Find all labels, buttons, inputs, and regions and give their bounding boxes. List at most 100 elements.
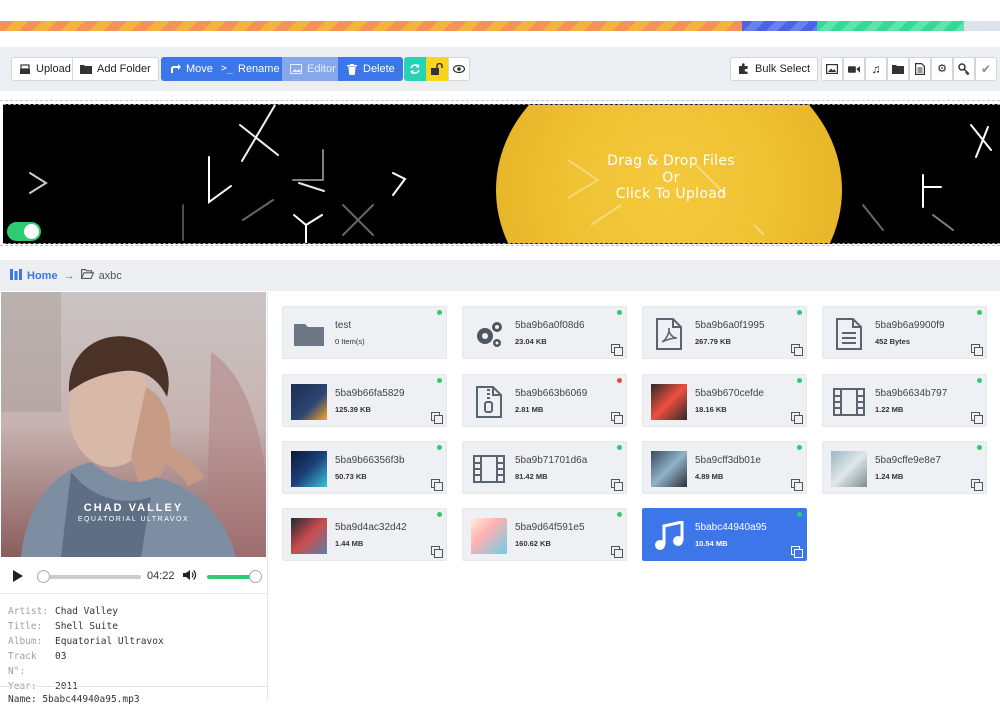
file-size: 81.42 MB: [515, 472, 548, 481]
copy-icon[interactable]: [791, 412, 803, 424]
unlock-icon: [431, 63, 443, 75]
image-edit-icon: [290, 64, 302, 74]
file-card[interactable]: 5ba9cffe9e8e7 1.24 MB: [822, 441, 987, 494]
copy-icon[interactable]: [971, 344, 983, 356]
filter-key-button[interactable]: [953, 57, 975, 81]
file-card[interactable]: 5ba9b6a9900f9 452 Bytes: [822, 306, 987, 359]
progress-segment-green: [817, 21, 964, 31]
file-name: test: [335, 320, 352, 331]
play-icon[interactable]: [13, 570, 23, 582]
copy-icon[interactable]: [791, 344, 803, 356]
copy-icon[interactable]: [431, 546, 443, 558]
lock-button[interactable]: [426, 57, 448, 81]
filter-document-button[interactable]: [909, 57, 931, 81]
copy-icon[interactable]: [611, 344, 623, 356]
volume-bar[interactable]: [207, 575, 255, 579]
file-size: 1.44 MB: [335, 539, 364, 548]
file-size: 1.22 MB: [875, 405, 904, 414]
file-name: 5ba9b6a0f08d6: [515, 320, 585, 331]
status-dot: [977, 378, 982, 383]
delete-button[interactable]: Delete: [338, 57, 403, 81]
copy-icon[interactable]: [791, 546, 803, 558]
folder-icon: [80, 64, 92, 74]
dropzone-toggle[interactable]: [7, 222, 41, 241]
key-icon: [958, 63, 970, 75]
file-card[interactable]: 5ba9b6634b797 1.22 MB: [822, 374, 987, 427]
toggle-knob: [24, 224, 39, 239]
filter-audio-button[interactable]: ♫: [865, 57, 887, 81]
copy-icon[interactable]: [971, 412, 983, 424]
file-card[interactable]: 5ba9b663b6069 2.81 MB: [462, 374, 627, 427]
file-size: 18.16 KB: [695, 405, 727, 414]
refresh-button[interactable]: [404, 57, 426, 81]
file-card[interactable]: 5babc44940a95 10.54 MB: [642, 508, 807, 561]
volume-handle[interactable]: [249, 570, 262, 583]
editor-button[interactable]: Editor: [282, 57, 344, 81]
dropzone-line-drag: Drag & Drop Files: [607, 153, 735, 169]
file-card[interactable]: test 0 Item(s): [282, 306, 447, 359]
seek-handle[interactable]: [37, 570, 50, 583]
copy-icon[interactable]: [971, 479, 983, 491]
status-dot: [437, 378, 442, 383]
breadcrumb-current[interactable]: axbc: [80, 269, 122, 282]
dropzone-line-click: Click To Upload: [615, 186, 727, 202]
copy-icon[interactable]: [611, 412, 623, 424]
copy-icon[interactable]: [611, 546, 623, 558]
file-card[interactable]: 5ba9b66fa5829 125.39 KB: [282, 374, 447, 427]
file-card[interactable]: 5ba9d64f591e5 160.62 KB: [462, 508, 627, 561]
add-folder-button[interactable]: Add Folder: [72, 57, 159, 81]
filter-settings-button[interactable]: ⚙: [931, 57, 953, 81]
filter-video-button[interactable]: [843, 57, 865, 81]
file-size: 2.81 MB: [515, 405, 544, 414]
copy-icon[interactable]: [791, 479, 803, 491]
status-dot: [437, 512, 442, 517]
file-card[interactable]: 5ba9d4ac32d42 1.44 MB: [282, 508, 447, 561]
audio-icon: [651, 518, 687, 554]
file-card[interactable]: 5ba9b670cefde 18.16 KB: [642, 374, 807, 427]
preview-button[interactable]: [448, 57, 470, 81]
copy-icon[interactable]: [431, 412, 443, 424]
filter-image-button[interactable]: [821, 57, 843, 81]
dropzone-line-or: Or: [662, 169, 680, 186]
file-size: 50.73 KB: [335, 472, 367, 481]
file-card[interactable]: 5ba9b66356f3b 50.73 KB: [282, 441, 447, 494]
copy-icon[interactable]: [431, 479, 443, 491]
track-metadata: Artist: Chad Valley Title: Shell Suite Alb…: [8, 604, 164, 694]
volume-icon[interactable]: [183, 569, 197, 584]
breadcrumb-home[interactable]: Home: [10, 268, 58, 283]
dropzone[interactable]: Drag & Drop Files Or Click To Upload: [3, 104, 1000, 244]
move-arrow-icon: [169, 64, 181, 74]
status-dot: [437, 310, 442, 315]
progress-segment-blue: [742, 21, 817, 31]
copy-icon[interactable]: [611, 479, 623, 491]
video-icon: [471, 451, 507, 487]
file-size: 452 Bytes: [875, 337, 911, 346]
check-icon: ✔: [980, 62, 992, 76]
file-size: 10.54 MB: [695, 539, 728, 548]
meta-row-title: Title: Shell Suite: [8, 621, 118, 632]
file-card[interactable]: 5ba9b6a0f1995 267.79 KB: [642, 306, 807, 359]
filter-folder-button[interactable]: [887, 57, 909, 81]
bulk-select-button[interactable]: Bulk Select: [730, 57, 819, 81]
rename-button[interactable]: >_ Rename: [213, 57, 288, 81]
upload-progress-bar: [0, 21, 1000, 31]
eye-icon: [453, 65, 465, 73]
status-dot: [617, 445, 622, 450]
file-size: 1.24 MB: [875, 472, 904, 481]
file-card[interactable]: 5ba9b71701d6a 81.42 MB: [462, 441, 627, 494]
upload-button[interactable]: Upload: [11, 57, 79, 81]
file-card[interactable]: 5ba9cff3db01e 4.89 MB: [642, 441, 807, 494]
music-note-icon: ♫: [871, 62, 881, 76]
seek-bar[interactable]: [38, 575, 141, 579]
file-name: 5ba9b670cefde: [695, 388, 764, 399]
file-card[interactable]: 5ba9b6a0f08d6 23.04 KB: [462, 306, 627, 359]
filter-all-button[interactable]: ✔: [975, 57, 997, 81]
album-cover: CHAD VALLEY EQUATORIAL ULTRAVOX: [1, 292, 266, 557]
file-name: 5ba9b6a9900f9: [875, 320, 945, 331]
document-icon: [831, 316, 867, 352]
pdf-icon: [651, 316, 687, 352]
meta-row-track: Track N°: 03: [8, 651, 67, 677]
move-button[interactable]: Move: [161, 57, 221, 81]
metadata-divider: [0, 686, 267, 687]
progress-segment-upload: [0, 21, 742, 31]
